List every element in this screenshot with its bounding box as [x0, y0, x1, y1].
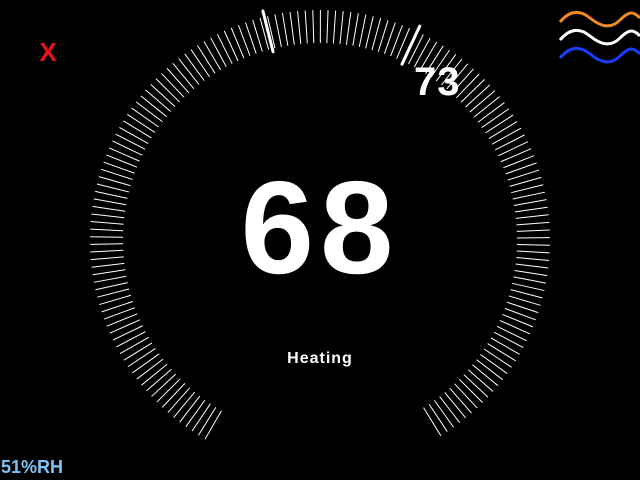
dial-tick [423, 407, 442, 436]
mode-label: Heating [287, 350, 353, 367]
dial-tick [352, 13, 359, 46]
dial-tick [458, 378, 483, 403]
dial-tick [469, 90, 496, 113]
dial-tick [112, 140, 143, 156]
dial-tick [197, 45, 216, 74]
dial-tick [465, 84, 491, 108]
dial-tick [467, 369, 494, 392]
dial-tick [115, 133, 146, 150]
dial-tick [203, 41, 222, 71]
dial-tick [428, 403, 448, 432]
humidity-reading: 51%RH [1, 457, 64, 477]
dial-tick [146, 368, 172, 392]
dial-tick [460, 79, 485, 103]
dial-tick [297, 11, 302, 44]
wave-middle [558, 29, 640, 46]
dial-tick [119, 127, 149, 145]
dial-tick [223, 30, 239, 62]
dial-tick [289, 11, 295, 45]
dial-tick [494, 134, 525, 151]
dial-tick [140, 95, 167, 117]
wave-menu-icon[interactable] [556, 4, 640, 74]
dial-tick [145, 89, 171, 112]
dial-tick [172, 62, 195, 89]
dial-tick [497, 141, 529, 157]
dial-tick [454, 383, 478, 409]
current-temp: 68 [240, 154, 400, 301]
dial-tick [116, 331, 146, 348]
dial-tick [493, 331, 524, 349]
dial-tick [491, 127, 522, 145]
dial-tick [166, 67, 190, 94]
dial-tick [184, 53, 205, 81]
dial-tick [326, 10, 329, 44]
dial-tick [190, 49, 210, 78]
dial-tick [281, 13, 289, 46]
dial-tick [488, 121, 518, 139]
dial-tick [112, 325, 143, 341]
dial-tick [161, 73, 185, 98]
dial-tick [439, 396, 461, 424]
dial-tick [156, 378, 181, 403]
dial-tick [444, 392, 467, 419]
dial-tick [161, 383, 186, 408]
dial-tick [135, 101, 163, 123]
dial-tick [131, 107, 159, 128]
dial-tick [345, 12, 352, 45]
dial-tick [185, 399, 206, 428]
dial-tick [449, 387, 472, 414]
wave-top [558, 11, 640, 28]
dial-tick [358, 14, 367, 48]
dial-tick [204, 410, 222, 440]
dial-tick [481, 108, 510, 128]
dial-tick [173, 391, 196, 418]
dial-tick [371, 18, 382, 51]
dial-tick [304, 10, 308, 44]
dial-tick [473, 96, 501, 118]
setpoint-temp[interactable]: 73 [414, 60, 461, 104]
dial-tick [191, 403, 211, 432]
dial-tick [155, 78, 180, 103]
dial-tick [109, 319, 141, 334]
dial-tick [230, 27, 245, 59]
dial-tick [502, 313, 534, 328]
dial-tick [496, 325, 527, 342]
dial-tick [150, 83, 176, 108]
dial-tick [179, 395, 201, 423]
dial-tick [106, 313, 138, 327]
dial-tick [178, 58, 200, 85]
dial-tick [210, 37, 227, 67]
dial-tick [151, 373, 177, 397]
dial-tick [167, 387, 191, 413]
dial-tick [216, 33, 233, 64]
dial-tick [198, 406, 217, 436]
dial-tick [477, 102, 505, 123]
dial-tick [365, 16, 374, 49]
dial-tick [499, 319, 531, 335]
dial-tick [463, 374, 489, 398]
dial-tick [274, 14, 282, 47]
dial-tick [312, 10, 315, 44]
dial-tick [339, 11, 344, 45]
dial-tick [127, 113, 156, 133]
dial-tick [433, 400, 454, 428]
dial-tick [332, 10, 337, 44]
wave-bottom [558, 47, 640, 64]
dial-tick [123, 120, 152, 139]
dial-tick [485, 114, 514, 134]
